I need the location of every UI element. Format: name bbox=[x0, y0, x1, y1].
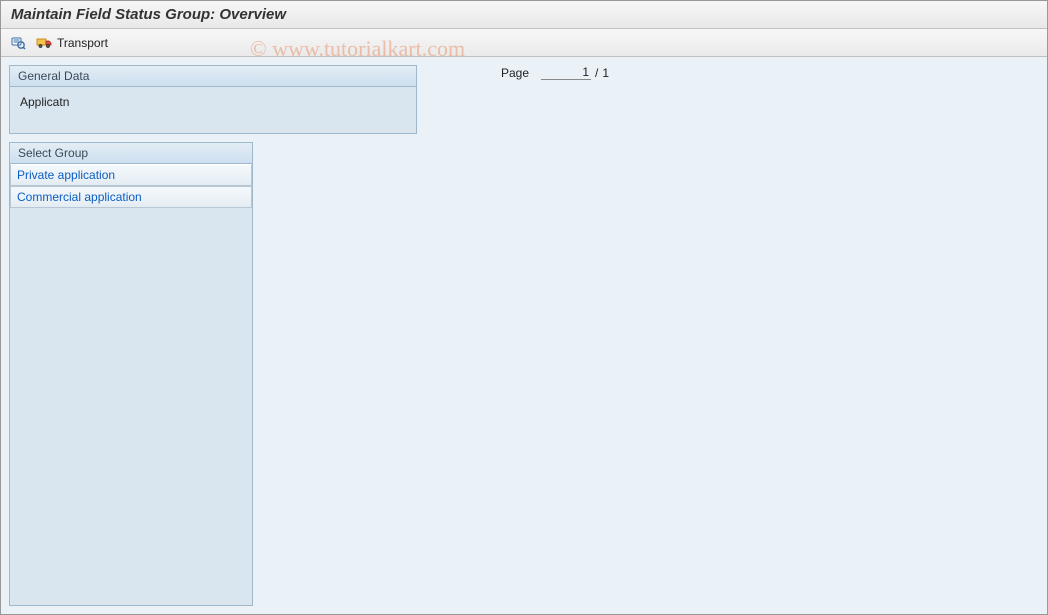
truck-icon bbox=[36, 34, 54, 52]
group-item-private[interactable]: Private application bbox=[10, 164, 252, 186]
transport-button[interactable]: Transport bbox=[33, 32, 111, 54]
pager-total: 1 bbox=[602, 66, 609, 80]
general-data-body: Applicatn bbox=[10, 87, 416, 133]
general-data-panel: General Data Applicatn bbox=[9, 65, 417, 134]
select-group-panel: Select Group Private application Commerc… bbox=[9, 142, 253, 606]
group-item-commercial[interactable]: Commercial application bbox=[10, 186, 252, 208]
pager: Page 1 / 1 bbox=[501, 65, 609, 80]
app-window: Maintain Field Status Group: Overview Tr bbox=[0, 0, 1048, 615]
pager-separator: / bbox=[595, 66, 598, 80]
print-preview-icon[interactable] bbox=[9, 34, 27, 52]
pager-label: Page bbox=[501, 66, 529, 80]
pager-current: 1 bbox=[541, 65, 591, 80]
toolbar: Transport bbox=[1, 29, 1047, 57]
left-column: General Data Applicatn Select Group Priv… bbox=[9, 65, 417, 606]
transport-label: Transport bbox=[57, 36, 108, 50]
application-field-label: Applicatn bbox=[20, 95, 69, 109]
select-group-list: Private application Commercial applicati… bbox=[10, 164, 252, 208]
page-title: Maintain Field Status Group: Overview bbox=[1, 1, 1047, 29]
general-data-header: General Data bbox=[10, 66, 416, 87]
content-area: General Data Applicatn Select Group Priv… bbox=[1, 57, 1047, 614]
select-group-header: Select Group bbox=[10, 143, 252, 164]
